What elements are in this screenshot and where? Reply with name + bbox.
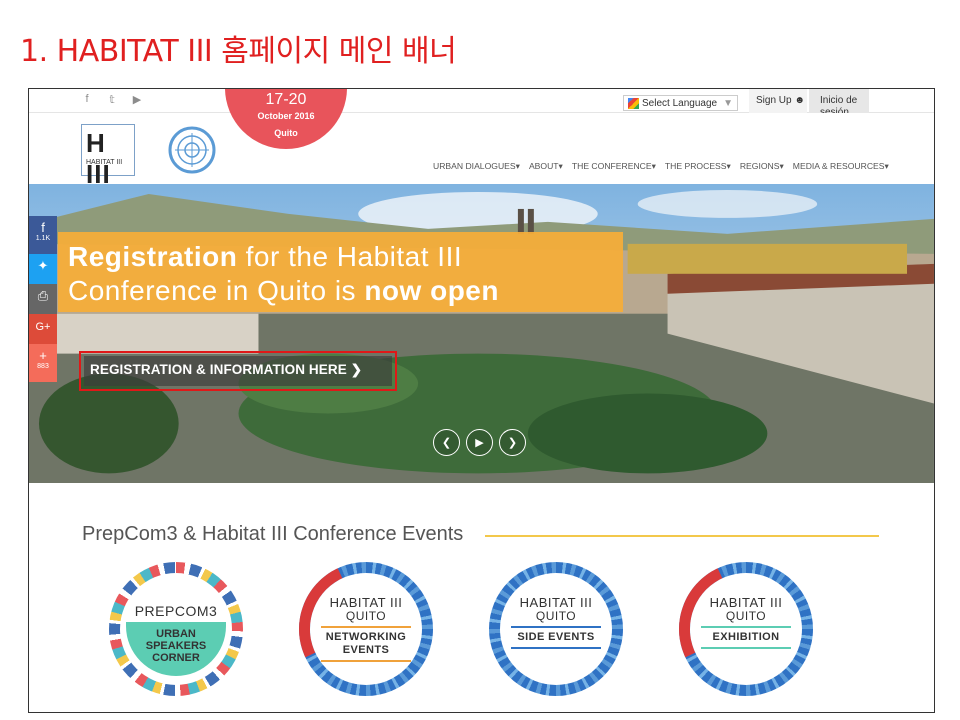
- event-badge-speakers-corner[interactable]: PREPCOM3 URBAN SPEAKERS CORNER: [109, 562, 243, 696]
- hero-slider: f 1.1K ✦ ⎙ G+ +883 Registration for the H…: [29, 184, 934, 484]
- share-twitter-button[interactable]: ✦: [29, 254, 57, 284]
- share-more-button[interactable]: +883: [29, 344, 57, 382]
- language-label: Select Language: [642, 97, 718, 109]
- date-range: 17-20: [265, 91, 307, 108]
- registration-info-button[interactable]: REGISTRATION & INFORMATION HERE ❯: [84, 356, 392, 386]
- slider-play-button[interactable]: ▶: [466, 429, 493, 456]
- signup-button[interactable]: Sign Up ☻: [749, 89, 807, 113]
- un-emblem-icon: [168, 126, 216, 174]
- events-divider: [485, 535, 879, 537]
- google-icon: [628, 97, 639, 109]
- nav-media-resources[interactable]: MEDIA & RESOURCES▾: [793, 161, 889, 172]
- top-bar: f 𝕥 ▶ Select Language ▼ Sign Up ☻ Inicio…: [29, 89, 934, 113]
- google-plus-icon: G+: [35, 321, 51, 333]
- facebook-icon[interactable]: f: [81, 93, 93, 106]
- date-month: October 2016: [257, 111, 315, 121]
- share-googleplus-button[interactable]: G+: [29, 314, 57, 344]
- social-links: f 𝕥 ▶: [81, 93, 143, 106]
- nav-urban-dialogues[interactable]: URBAN DIALOGUES▾: [433, 161, 520, 172]
- nav-about[interactable]: ABOUT▾: [529, 161, 563, 172]
- nav-the-conference[interactable]: THE CONFERENCE▾: [572, 161, 656, 172]
- user-icon: ☻: [794, 95, 805, 106]
- habitat-logo[interactable]: H III HABITAT III: [81, 124, 135, 189]
- chevron-down-icon: ▼: [723, 97, 733, 109]
- date-badge: 17-20 October 2016 Quito: [225, 89, 347, 149]
- share-facebook-button[interactable]: f 1.1K: [29, 216, 57, 254]
- nav-the-process[interactable]: THE PROCESS▾: [665, 161, 731, 172]
- share-bar: f 1.1K ✦ ⎙ G+ +883: [29, 216, 57, 382]
- share-print-button[interactable]: ⎙: [29, 284, 57, 314]
- event-badge-side-events[interactable]: HABITAT III QUITO SIDE EVENTS: [489, 562, 623, 696]
- nav-regions[interactable]: REGIONS▾: [740, 161, 784, 172]
- event-badge-networking[interactable]: HABITAT III QUITO NETWORKING EVENTS: [280, 543, 452, 712]
- print-icon: ⎙: [37, 288, 49, 303]
- main-nav: URBAN DIALOGUES▾ ABOUT▾ THE CONFERENCE▾ …: [433, 161, 889, 172]
- youtube-icon[interactable]: ▶: [131, 93, 143, 106]
- events-heading: PrepCom3 & Habitat III Conference Events: [82, 523, 464, 545]
- plus-icon: +: [39, 348, 47, 363]
- twitter-icon: ✦: [37, 258, 49, 273]
- slide-title: 1. HABITAT III 홈페이지 메인 배너: [20, 34, 457, 69]
- event-badge-exhibition[interactable]: HABITAT III QUITO EXHIBITION: [660, 543, 832, 712]
- facebook-icon: f: [41, 220, 45, 235]
- registration-cta-highlight: REGISTRATION & INFORMATION HERE ❯: [79, 351, 397, 391]
- slider-prev-button[interactable]: ❮: [433, 429, 460, 456]
- browser-page: f 𝕥 ▶ Select Language ▼ Sign Up ☻ Inicio…: [28, 88, 935, 713]
- registration-banner: Registration for the Habitat III Confere…: [58, 232, 623, 312]
- twitter-icon[interactable]: 𝕥: [106, 93, 118, 106]
- signin-button[interactable]: Inicio de sesión: [809, 89, 869, 113]
- slider-controls: ❮ ▶ ❯: [433, 429, 526, 456]
- slider-next-button[interactable]: ❯: [499, 429, 526, 456]
- language-selector[interactable]: Select Language ▼: [623, 95, 738, 111]
- date-city: Quito: [274, 128, 298, 138]
